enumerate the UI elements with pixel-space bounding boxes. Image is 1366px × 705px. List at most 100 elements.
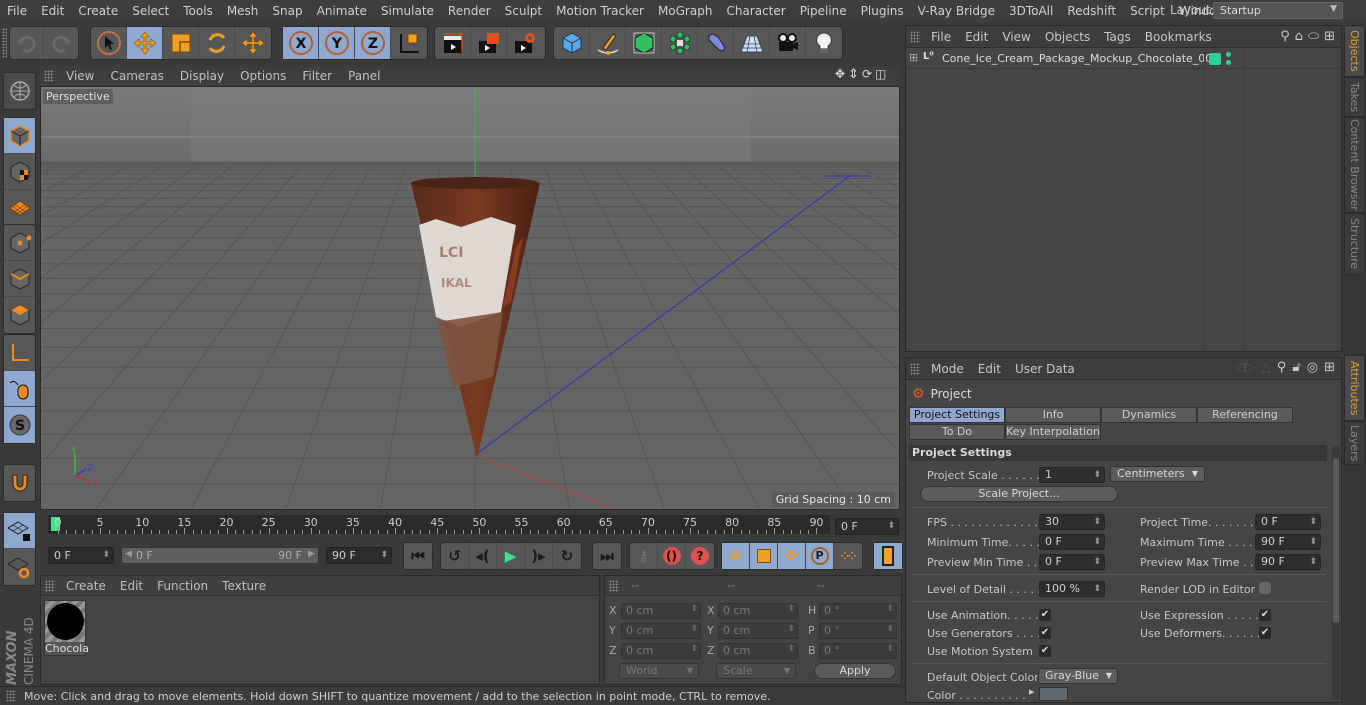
minimum-time-field[interactable]: 0 F ⬍ <box>1039 534 1105 550</box>
object-grip[interactable] <box>910 30 920 43</box>
coord-field[interactable]: 0 cm ⬍ <box>621 623 701 639</box>
use-animation-checkbox[interactable]: ✔ <box>1039 609 1051 621</box>
viewport-menu-panel[interactable]: Panel <box>340 69 388 83</box>
coord-field[interactable]: 0 cm ⬍ <box>621 603 701 619</box>
scrollbar-thumb[interactable] <box>1333 458 1339 623</box>
object-menu-bookmarks[interactable]: Bookmarks <box>1138 30 1219 44</box>
menu-plugins[interactable]: Plugins <box>854 4 911 18</box>
fps-field[interactable]: 30 ⬍ <box>1039 514 1105 530</box>
cloner-button[interactable] <box>662 27 698 59</box>
viewport-grip[interactable] <box>44 70 54 82</box>
render-lod-checkbox[interactable] <box>1259 582 1271 594</box>
snap-button[interactable]: S <box>4 407 35 443</box>
viewport-menu-options[interactable]: Options <box>232 69 294 83</box>
target-icon[interactable]: ◎ <box>1307 360 1318 375</box>
menu-file[interactable]: File <box>0 4 34 18</box>
menu-3dtoall[interactable]: 3DToAll <box>1002 4 1060 18</box>
tab-objects[interactable]: Objects <box>1344 25 1365 77</box>
material-menu-edit[interactable]: Edit <box>113 579 150 593</box>
preview-max-time-field[interactable]: 90 F ⬍ <box>1255 554 1321 570</box>
menu-create[interactable]: Create <box>71 4 125 18</box>
expand-icon[interactable]: ⊞ <box>909 51 918 64</box>
tab-dynamics[interactable]: Dynamics <box>1101 407 1197 423</box>
tab-attributes[interactable]: Attributes <box>1344 355 1365 421</box>
material-menu-function[interactable]: Function <box>150 579 215 593</box>
key-parameter-button[interactable]: P <box>806 543 834 569</box>
back-forward-icon[interactable]: ◁▷ <box>1235 360 1255 375</box>
scale-tool-button[interactable] <box>163 27 199 59</box>
menu-mesh[interactable]: Mesh <box>220 4 266 18</box>
camera-label[interactable]: Perspective <box>43 89 113 104</box>
coord-field[interactable]: 0 cm ⬍ <box>718 603 798 619</box>
start-frame-field[interactable]: 0 F ⬍ <box>48 547 114 564</box>
y-axis-button[interactable]: Y <box>319 27 355 59</box>
3d-viewport[interactable]: LCI IKAL Y Z X Perspective Grid Spacing … <box>40 86 900 510</box>
key-position-button[interactable]: ✥ <box>722 543 750 569</box>
menu-sculpt[interactable]: Sculpt <box>498 4 549 18</box>
menu-edit[interactable]: Edit <box>34 4 71 18</box>
attribute-scrollbar[interactable] <box>1332 446 1340 700</box>
next-key-button[interactable]: ↻ <box>553 543 581 569</box>
model-mode-button[interactable] <box>4 118 35 154</box>
light-button[interactable] <box>806 27 842 59</box>
maximize-view-icon[interactable]: ◫ <box>875 67 886 84</box>
menu-select[interactable]: Select <box>125 4 176 18</box>
use-deformers-checkbox[interactable]: ✔ <box>1259 627 1271 639</box>
end-frame-field[interactable]: 90 F ⬍ <box>326 547 392 564</box>
axis-mode-button[interactable] <box>4 335 35 371</box>
menu-mograph[interactable]: MoGraph <box>651 4 720 18</box>
object-menu-tags[interactable]: Tags <box>1097 30 1138 44</box>
search-icon[interactable]: ⚲ <box>1277 360 1287 375</box>
z-axis-button[interactable]: Z <box>355 27 391 59</box>
x-axis-button[interactable]: X <box>283 27 319 59</box>
goto-end-button[interactable]: ⏭ <box>593 543 621 569</box>
current-frame-field[interactable]: 0 F ⬍ <box>835 518 899 535</box>
tab-structure[interactable]: Structure <box>1344 213 1365 275</box>
new-panel-icon[interactable]: ⊞ <box>1324 360 1335 375</box>
menu-character[interactable]: Character <box>719 4 792 18</box>
viewport-menu-display[interactable]: Display <box>172 69 232 83</box>
project-time-field[interactable]: 0 F ⬍ <box>1255 514 1321 530</box>
attribute-menu-user-data[interactable]: User Data <box>1008 362 1082 376</box>
coordinates-grip[interactable] <box>609 580 619 592</box>
make-editable-button[interactable] <box>4 73 35 109</box>
menu-render[interactable]: Render <box>441 4 498 18</box>
timeline-ruler[interactable]: 0 5 10 15 20 25 30 35 40 45 50 55 60 65 70 75 80 85 90 <box>48 515 830 534</box>
transform-mode-dropdown[interactable]: Scale ▼ <box>716 663 796 679</box>
points-mode-button[interactable] <box>4 225 35 261</box>
project-scale-field[interactable]: 1 ⬍ <box>1039 467 1105 483</box>
color-swatch[interactable] <box>1039 687 1068 701</box>
render-view-button[interactable] <box>435 27 471 59</box>
coord-field[interactable]: 0 ° ⬍ <box>819 623 897 639</box>
recent-tool-button[interactable] <box>235 27 271 59</box>
menu-v-ray-bridge[interactable]: V-Ray Bridge <box>911 4 1002 18</box>
coord-field[interactable]: 0 ° ⬍ <box>819 643 897 659</box>
material-menu-texture[interactable]: Texture <box>215 579 273 593</box>
lock-icon[interactable]: 🔓︎ <box>1292 360 1300 375</box>
rotate-tool-button[interactable] <box>199 27 235 59</box>
play-button[interactable]: ▶ <box>497 543 525 569</box>
timeline-window-button[interactable] <box>874 543 902 569</box>
object-menu-edit[interactable]: Edit <box>958 30 995 44</box>
camera-button[interactable] <box>770 27 806 59</box>
layout-dropdown[interactable]: Startup ▼ <box>1213 2 1343 19</box>
tab-to-do[interactable]: To Do <box>909 424 1005 440</box>
menu-simulate[interactable]: Simulate <box>374 4 441 18</box>
cube-button[interactable] <box>554 27 590 59</box>
move-tool-button[interactable] <box>127 27 163 59</box>
record-button[interactable]: () <box>658 543 686 569</box>
tweak-mode-button[interactable] <box>4 371 35 407</box>
home-icon[interactable]: ⌂ <box>1295 29 1303 44</box>
tab-key-interpolation[interactable]: Key Interpolation <box>1005 424 1101 440</box>
up-arrow-icon[interactable]: △ <box>1261 360 1271 375</box>
pan-icon[interactable]: ✥ <box>835 67 845 84</box>
material-grip[interactable] <box>45 579 55 592</box>
floor-button[interactable] <box>734 27 770 59</box>
expand-arrow-icon[interactable]: ▶ <box>1029 688 1034 696</box>
deformer-button[interactable] <box>698 27 734 59</box>
tab-info[interactable]: Info <box>1005 407 1101 423</box>
key-rotation-button[interactable]: ⟳ <box>778 543 806 569</box>
viewport-menu-cameras[interactable]: Cameras <box>102 69 171 83</box>
maximum-time-field[interactable]: 90 F ⬍ <box>1255 534 1321 550</box>
next-frame-button[interactable]: )▸ <box>525 543 553 569</box>
